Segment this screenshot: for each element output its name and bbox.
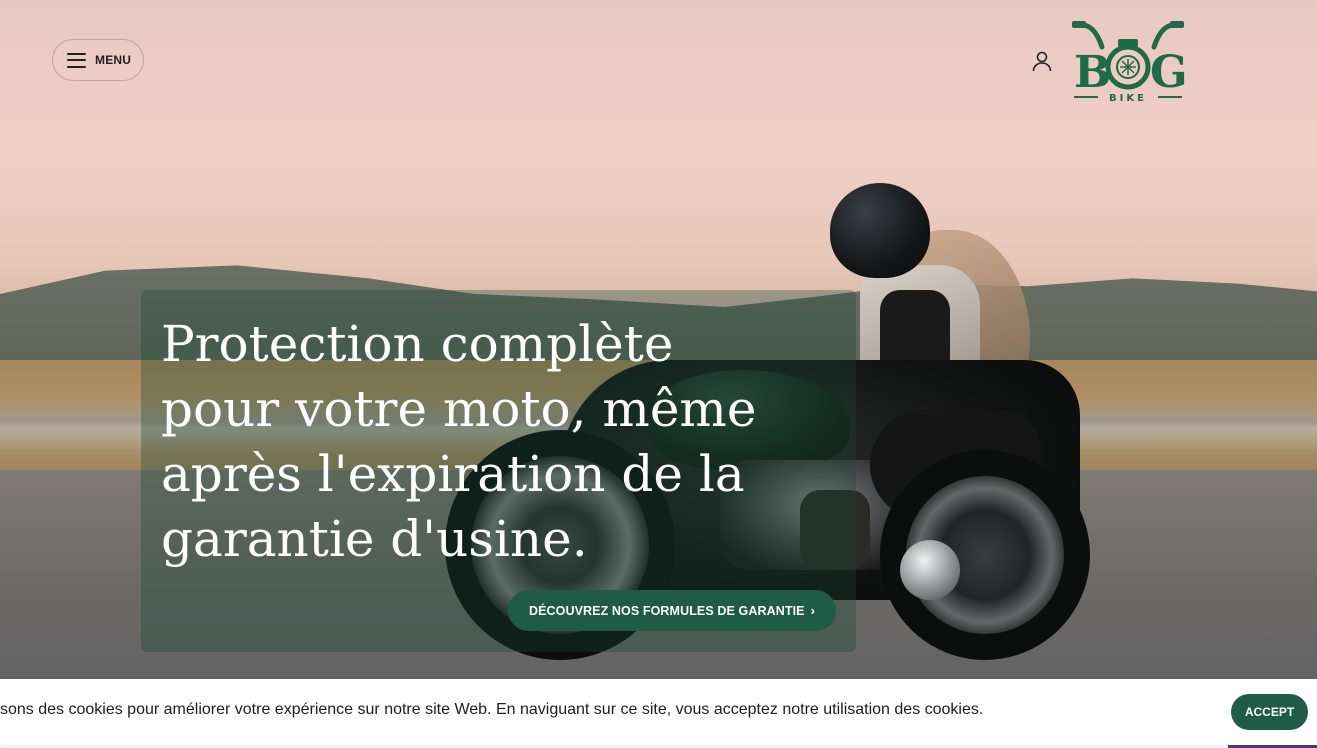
bog-bike-logo[interactable]: B G BIKE [1068, 17, 1188, 105]
menu-button[interactable]: MENU [52, 39, 144, 81]
chevron-right-icon: › [810, 603, 816, 618]
logo-subtext: BIKE [1109, 93, 1147, 104]
menu-label: MENU [95, 53, 132, 67]
accept-cookies-button[interactable]: ACCEPT [1231, 694, 1308, 730]
user-account-icon[interactable] [1030, 49, 1054, 73]
logo-letter-b: B [1074, 47, 1111, 98]
cookie-message: sons des cookies pour améliorer votre ex… [0, 701, 984, 718]
cta-label: DÉCOUVREZ NOS FORMULES DE GARANTIE [528, 603, 805, 618]
chrome-cover [900, 540, 960, 600]
rider-helmet [830, 183, 930, 278]
hamburger-icon [67, 52, 86, 68]
cookie-banner: sons des cookies pour améliorer votre ex… [0, 679, 1317, 745]
hero-title: Protection complète pour votre moto, mêm… [161, 315, 757, 568]
logo-letter-g: G [1150, 47, 1188, 98]
discover-warranty-button[interactable]: DÉCOUVREZ NOS FORMULES DE GARANTIE › [508, 590, 836, 631]
